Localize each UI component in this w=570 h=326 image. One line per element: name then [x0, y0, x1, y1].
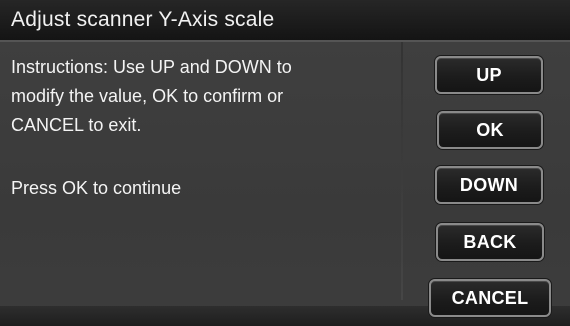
cancel-button[interactable]: CANCEL: [429, 279, 551, 317]
instructions-text: Instructions: Use UP and DOWN to modify …: [11, 53, 391, 140]
instructions-line-2: modify the value, OK to confirm or: [11, 86, 284, 106]
panel-divider: [401, 42, 403, 300]
instructions-line-3: CANCEL to exit.: [11, 115, 142, 135]
ok-button[interactable]: OK: [437, 111, 543, 149]
back-button[interactable]: BACK: [436, 223, 544, 261]
instructions-line-1: Instructions: Use UP and DOWN to: [11, 57, 292, 77]
title-bar: Adjust scanner Y-Axis scale: [0, 0, 570, 42]
down-button[interactable]: DOWN: [435, 166, 543, 204]
scanner-dialog: Adjust scanner Y-Axis scale Instructions…: [0, 0, 570, 326]
up-button[interactable]: UP: [435, 56, 543, 94]
continue-prompt: Press OK to continue: [11, 178, 182, 198]
page-title: Adjust scanner Y-Axis scale: [11, 8, 275, 31]
